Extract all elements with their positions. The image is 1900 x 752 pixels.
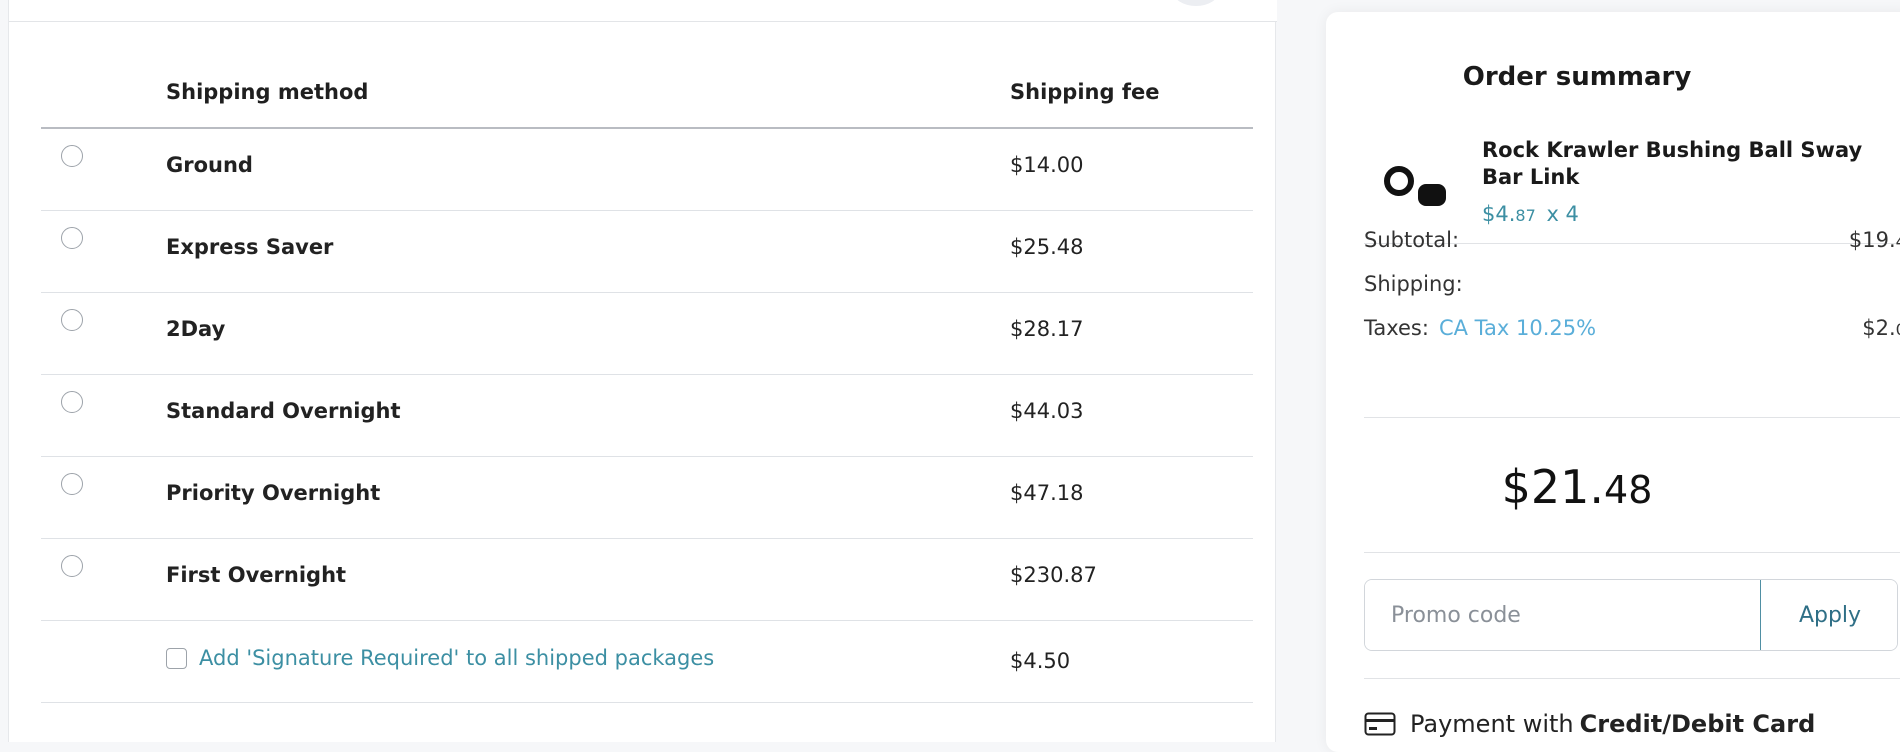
shipping-label: Shipping:: [1364, 272, 1463, 296]
product-price-main: $4.: [1482, 202, 1516, 226]
radio-standard-overnight[interactable]: [61, 391, 83, 413]
method-fee: $47.18: [1010, 481, 1084, 505]
apply-promo-button[interactable]: Apply: [1760, 580, 1897, 650]
taxes-row: Taxes: CA Tax 10.25%: [1364, 316, 1596, 340]
tax-rate-link[interactable]: CA Tax 10.25%: [1439, 316, 1596, 340]
radio-ground[interactable]: [61, 145, 83, 167]
signature-required-label[interactable]: Add 'Signature Required' to all shipped …: [199, 646, 714, 670]
signature-required-row: Add 'Signature Required' to all shipped …: [41, 621, 1253, 703]
method-name: Ground: [166, 153, 253, 177]
shipping-panel: Shipping method Shipping fee Ground $14.…: [8, 0, 1277, 742]
divider: [1364, 678, 1900, 679]
product-bushing-shape: [1418, 184, 1446, 206]
promo-code-group: Apply: [1364, 579, 1898, 651]
radio-first-overnight[interactable]: [61, 555, 83, 577]
product-name: Rock Krawler Bushing Ball Sway Bar Link: [1482, 138, 1863, 189]
radio-priority-overnight[interactable]: [61, 473, 83, 495]
subtotal-value: $19.48: [1849, 228, 1900, 252]
method-name: First Overnight: [166, 563, 347, 587]
method-fee: $230.87: [1010, 563, 1097, 587]
header-avatar-partial: [1173, 0, 1219, 6]
taxes-value: $2.00: [1862, 316, 1900, 340]
divider: [1364, 552, 1900, 553]
total-cents: 48: [1604, 468, 1653, 512]
taxes-main: $2.: [1862, 316, 1896, 340]
payment-method[interactable]: Payment with Credit/Debit Card: [1364, 710, 1815, 738]
taxes-cents: 00: [1896, 320, 1900, 339]
method-fee: $28.17: [1010, 317, 1084, 341]
subtotal-label-text: Subtotal:: [1364, 228, 1460, 252]
method-fee: $44.03: [1010, 399, 1084, 423]
shipping-option-standard-overnight[interactable]: Standard Overnight $44.03: [41, 375, 1253, 457]
method-name: 2Day: [166, 317, 226, 341]
radio-2day[interactable]: [61, 309, 83, 331]
order-summary-title: Order summary: [1462, 62, 1692, 92]
header-shipping-fee: Shipping fee: [1010, 80, 1160, 104]
subtotal-main: $19.: [1848, 228, 1896, 252]
subtotal-cents: 48: [1896, 232, 1900, 251]
order-total: $21.48: [1326, 460, 1828, 514]
signature-fee: $4.50: [1010, 649, 1071, 673]
signature-required-checkbox[interactable]: [166, 648, 187, 669]
promo-code-input[interactable]: [1365, 580, 1760, 650]
divider: [1364, 417, 1900, 418]
shipping-option-first-overnight[interactable]: First Overnight $230.87: [41, 539, 1253, 621]
product-price: $4.87 x 4: [1482, 202, 1579, 226]
payment-prefix: Payment with: [1410, 710, 1574, 738]
product-quantity: x 4: [1546, 202, 1579, 226]
method-name: Express Saver: [166, 235, 334, 259]
table-header: Shipping method Shipping fee: [41, 22, 1253, 129]
method-fee: $25.48: [1010, 235, 1084, 259]
product-thumbnail: [1384, 152, 1454, 212]
shipping-option-2day[interactable]: 2Day $28.17: [41, 293, 1253, 375]
total-main: $21.: [1501, 460, 1605, 514]
method-name: Standard Overnight: [166, 399, 401, 423]
shipping-method-table: Shipping method Shipping fee Ground $14.…: [41, 22, 1253, 703]
payment-method-name: Credit/Debit Card: [1579, 710, 1816, 738]
radio-express-saver[interactable]: [61, 227, 83, 249]
shipping-option-express-saver[interactable]: Express Saver $25.48: [41, 211, 1253, 293]
method-name: Priority Overnight: [166, 481, 381, 505]
method-fee: $14.00: [1010, 153, 1084, 177]
order-summary-panel: Order summary Rock Krawler Bushing Ball …: [1326, 12, 1900, 752]
credit-card-icon: [1364, 712, 1396, 736]
header-shipping-method: Shipping method: [166, 80, 369, 104]
shipping-option-priority-overnight[interactable]: Priority Overnight $47.18: [41, 457, 1253, 539]
product-price-cents: 87: [1515, 206, 1536, 225]
top-strip: [9, 0, 1277, 22]
taxes-label: Taxes:: [1364, 316, 1429, 340]
product-ring-shape: [1384, 166, 1414, 196]
shipping-option-ground[interactable]: Ground $14.00: [41, 129, 1253, 211]
